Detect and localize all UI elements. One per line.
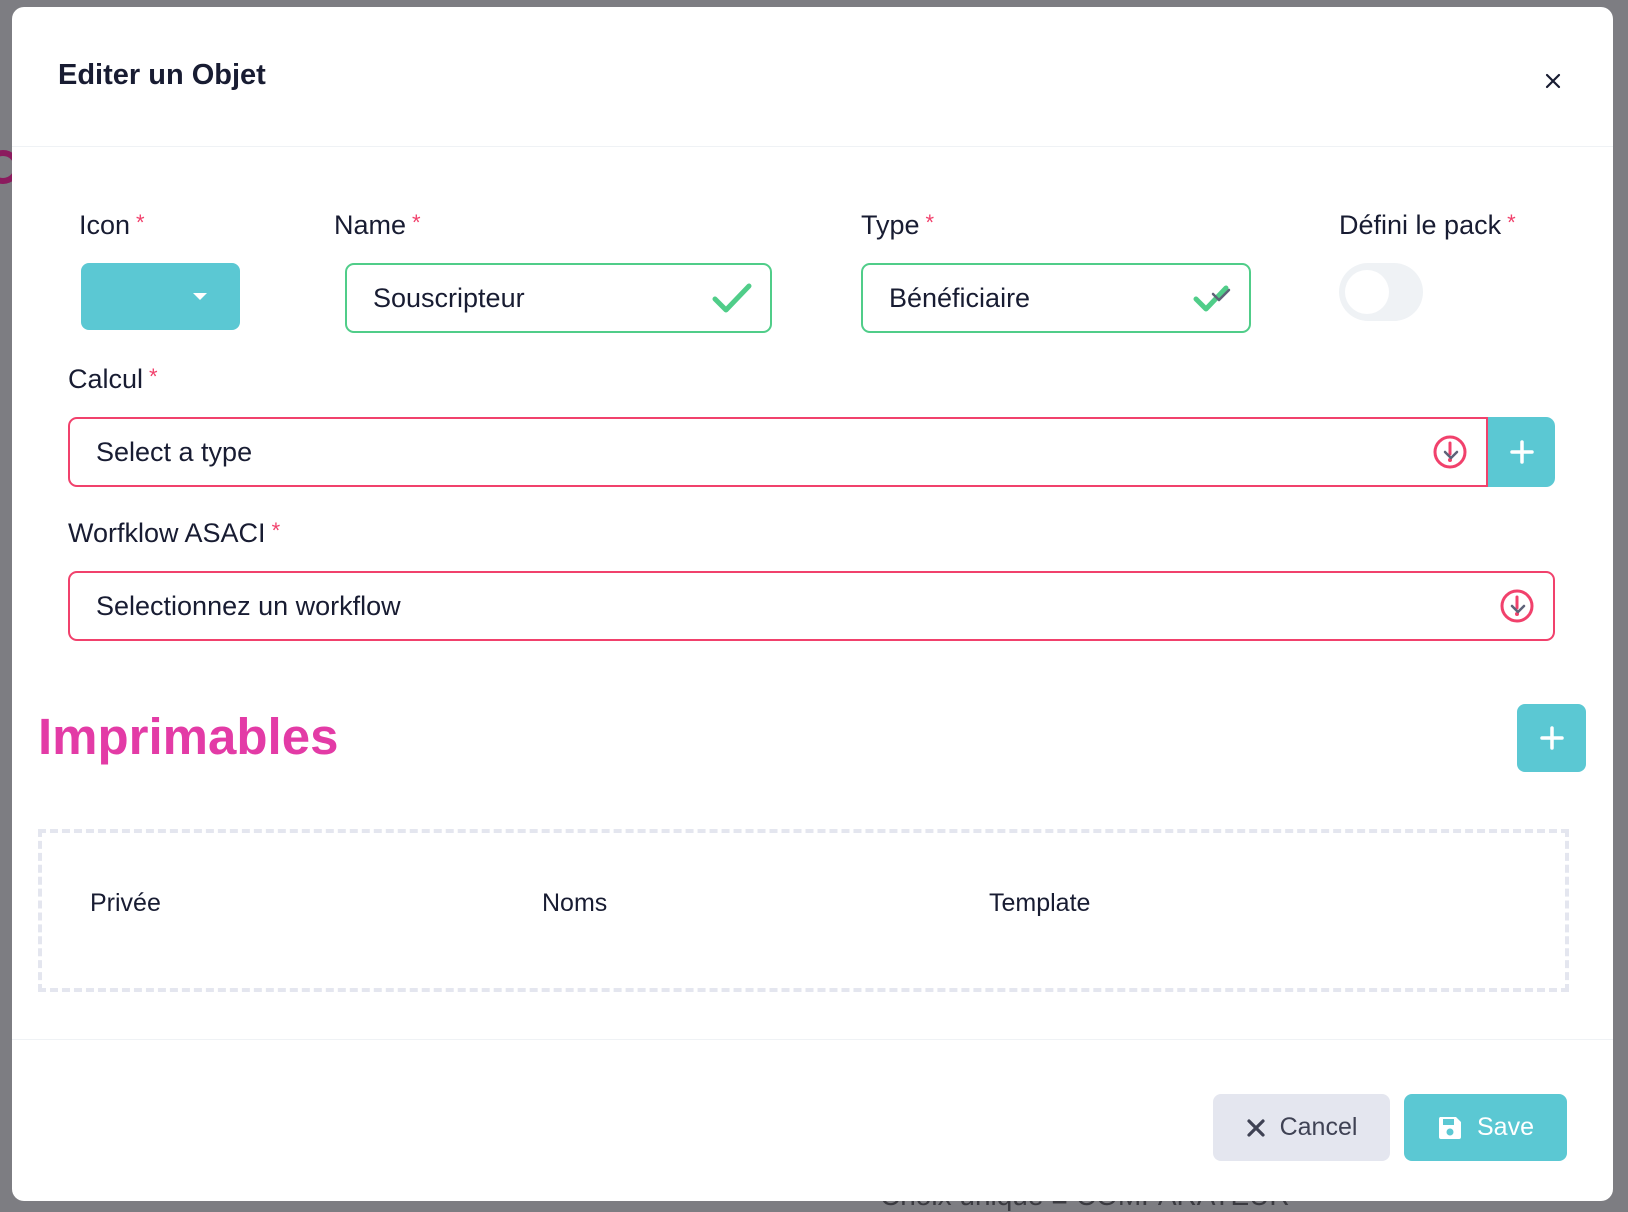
pack-toggle[interactable] (1339, 263, 1423, 321)
workflow-label: Worfklow ASACI * (68, 518, 280, 549)
required-mark: * (412, 210, 421, 235)
close-icon (1246, 1118, 1265, 1137)
column-header-privee: Privée (90, 889, 161, 917)
check-chevron-icon (1193, 285, 1231, 312)
required-mark: * (271, 518, 281, 543)
edit-object-modal: Editer un Objet Icon * Name * Souscripteur… (12, 7, 1613, 1201)
modal-title: Editer un Objet (58, 59, 266, 91)
save-button[interactable]: Save (1404, 1094, 1567, 1161)
caret-down-icon (193, 293, 207, 300)
icon-picker-dropdown[interactable] (81, 263, 240, 330)
cancel-button-label: Cancel (1279, 1113, 1358, 1141)
icon-label: Icon * (79, 210, 145, 241)
check-icon (712, 283, 752, 313)
toggle-knob (1345, 270, 1389, 314)
add-calcul-button[interactable] (1488, 417, 1555, 487)
modal-header: Editer un Objet (12, 7, 1613, 147)
icon-label-text: Icon (79, 210, 131, 240)
close-button[interactable] (1535, 63, 1571, 99)
required-mark: * (925, 210, 935, 235)
error-chevron-icon (1500, 589, 1534, 623)
floppy-disk-icon (1438, 1116, 1461, 1139)
workflow-select-placeholder: Selectionnez un workflow (96, 590, 401, 621)
plus-icon (1509, 440, 1534, 464)
calcul-select[interactable]: Select a type (68, 417, 1488, 487)
name-label-text: Name (334, 210, 407, 240)
workflow-label-text: Worfklow ASACI (68, 518, 266, 548)
imprimables-table: Privée Noms Template (38, 829, 1569, 992)
name-input[interactable]: Souscripteur (345, 263, 772, 333)
column-header-noms: Noms (542, 889, 608, 917)
calcul-select-placeholder: Select a type (96, 436, 253, 467)
imprimables-title: Imprimables (38, 708, 339, 765)
required-mark: * (136, 210, 145, 235)
close-icon (1545, 73, 1561, 89)
error-chevron-icon (1433, 435, 1467, 469)
required-mark: * (1507, 210, 1516, 235)
plus-icon (1539, 726, 1564, 750)
name-input-value: Souscripteur (373, 282, 525, 313)
column-header-template: Template (989, 889, 1091, 917)
workflow-select[interactable]: Selectionnez un workflow (68, 571, 1555, 641)
pack-label-text: Défini le pack (1339, 210, 1502, 240)
save-button-label: Save (1477, 1113, 1534, 1141)
cancel-button[interactable]: Cancel (1213, 1094, 1390, 1161)
type-label-text: Type (861, 210, 920, 240)
calcul-label: Calcul * (68, 364, 158, 395)
type-label: Type * (861, 210, 934, 241)
add-imprimable-button[interactable] (1517, 704, 1586, 772)
name-label: Name * (334, 210, 421, 241)
type-select[interactable]: Bénéficiaire (861, 263, 1251, 333)
calcul-label-text: Calcul (68, 364, 144, 394)
modal-footer: Cancel Save (12, 1039, 1613, 1201)
pack-label: Défini le pack * (1339, 210, 1516, 241)
required-mark: * (149, 364, 158, 389)
type-select-value: Bénéficiaire (889, 282, 1031, 313)
